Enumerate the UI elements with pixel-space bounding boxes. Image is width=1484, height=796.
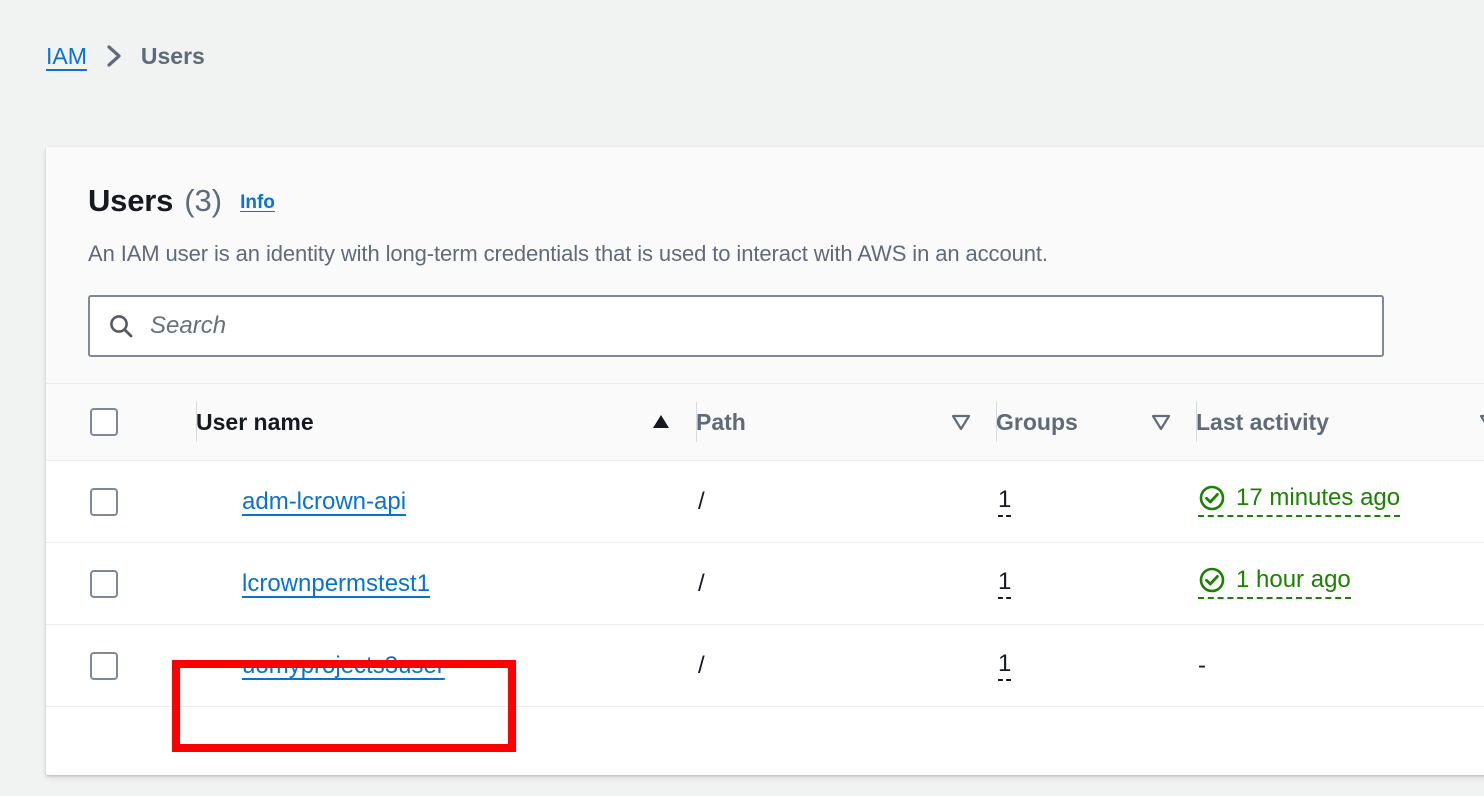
users-count: (3) [184,183,223,218]
row-last-activity-cell: 1 hour ago [1196,542,1484,625]
breadcrumb: IAM Users [46,36,205,76]
table-row[interactable]: uomyprojects3user / 1 - [46,624,1484,707]
row-select-cell [46,542,196,625]
column-divider [996,402,997,442]
table-row[interactable]: adm-lcrown-api / 1 17 minutes ago [46,460,1484,543]
info-link[interactable]: Info [240,192,275,214]
sort-descending-outline-icon[interactable] [948,409,974,435]
column-header-user-name[interactable]: User name [196,384,696,461]
table-row[interactable]: lcrownpermstest1 / 1 1 hour ago [46,542,1484,625]
user-name-link[interactable]: adm-lcrown-api [242,488,406,516]
page-title: Users [88,183,174,218]
iam-users-page: IAM Users Users (3) Info An IAM user is … [0,0,1484,796]
column-header-groups-label: Groups [996,408,1078,435]
last-activity-text: 1 hour ago [1236,566,1351,593]
row-select-cell [46,624,196,707]
last-activity-value: 1 hour ago [1198,566,1351,599]
users-table: User name Path Groups Last activity adm-… [46,384,1484,707]
row-last-activity-cell: - [1196,624,1484,707]
column-divider [196,402,197,442]
check-circle-icon [1198,566,1226,594]
column-divider [1196,402,1197,442]
row-user-name-cell: adm-lcrown-api [196,460,696,543]
user-name-link[interactable]: lcrownpermstest1 [242,570,430,598]
column-header-user-name-label: User name [196,408,314,435]
users-panel-header: Users (3) Info An IAM user is an identit… [46,147,1484,384]
row-user-name-cell: uomyprojects3user [196,624,696,707]
column-header-groups[interactable]: Groups [996,384,1196,461]
last-activity-value: - [1198,651,1206,679]
groups-count: 1 [998,651,1012,681]
breadcrumb-item-users[interactable]: Users [141,43,205,70]
last-activity-value: 17 minutes ago [1198,484,1401,517]
row-path-cell: / [696,542,996,625]
table-header-row: User name Path Groups Last activity [46,384,1484,461]
breadcrumb-item-iam[interactable]: IAM [46,43,87,70]
search-icon [108,313,134,339]
user-name-link[interactable]: uomyprojects3user [242,652,445,680]
sort-descending-outline-icon[interactable] [1476,409,1484,435]
row-groups-cell: 1 [996,542,1196,625]
row-checkbox[interactable] [90,651,118,680]
column-header-last-activity[interactable]: Last activity [1196,384,1484,461]
groups-count: 1 [998,569,1012,599]
row-checkbox[interactable] [90,569,118,598]
select-all-checkbox[interactable] [90,408,118,436]
search-input[interactable] [150,297,1364,355]
sort-ascending-filled-icon[interactable] [648,409,674,435]
row-select-cell [46,460,196,543]
row-checkbox[interactable] [90,487,118,516]
row-path-cell: / [696,624,996,707]
users-table-header: User name Path Groups Last activity [46,384,1484,461]
column-header-path-label: Path [696,408,746,435]
row-groups-cell: 1 [996,460,1196,543]
column-header-path[interactable]: Path [696,384,996,461]
chevron-right-icon [103,43,125,69]
column-header-select [46,384,196,461]
column-header-last-activity-label: Last activity [1196,408,1329,435]
users-table-body: adm-lcrown-api / 1 17 minutes ago lcrown… [46,460,1484,707]
row-groups-cell: 1 [996,624,1196,707]
row-last-activity-cell: 17 minutes ago [1196,460,1484,543]
row-path-cell: / [696,460,996,543]
last-activity-text: 17 minutes ago [1236,484,1401,511]
groups-count: 1 [998,487,1012,517]
users-panel: Users (3) Info An IAM user is an identit… [46,147,1484,775]
panel-description: An IAM user is an identity with long-ter… [88,241,1048,266]
table-footer [46,707,1484,757]
search-box[interactable] [88,295,1384,357]
column-divider [696,402,697,442]
sort-descending-outline-icon[interactable] [1148,409,1174,435]
check-circle-icon [1198,484,1226,512]
row-user-name-cell: lcrownpermstest1 [196,542,696,625]
panel-title-row: Users (3) Info [88,183,1482,219]
